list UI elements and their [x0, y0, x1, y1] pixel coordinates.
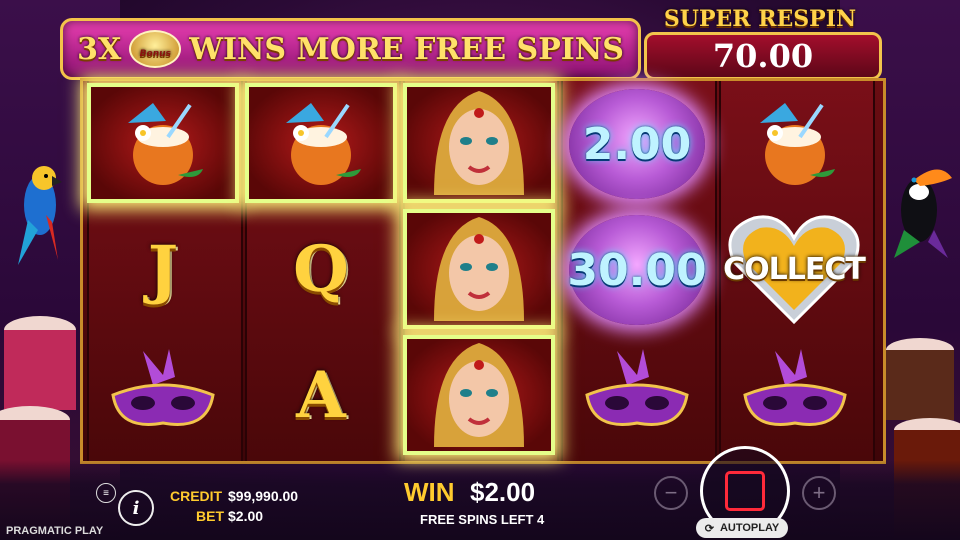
symbol-coconut-drink	[87, 83, 239, 203]
symbol-mask	[561, 335, 713, 455]
symbol-mask	[719, 335, 871, 455]
coconut-drink-icon	[760, 103, 835, 185]
win-value: $2.00	[470, 477, 536, 507]
symbol-carnival-queen	[403, 335, 555, 455]
super-respin-value: 70.00	[644, 32, 882, 80]
free-spins-left: FREE SPINS LEFT 4	[420, 512, 545, 527]
collect-heart-symbol: COLLECT	[719, 209, 869, 329]
letter-j: J	[147, 231, 179, 307]
bet-increase-button[interactable]: +	[802, 476, 836, 510]
credit-label: CREDIT	[170, 488, 223, 504]
bet-label: BET	[196, 508, 224, 524]
carnival-mask-icon	[111, 349, 215, 426]
super-respin-panel: SUPER RESPIN 70.00	[640, 4, 882, 80]
symbol-coconut-drink	[719, 83, 871, 203]
letter-a: A	[296, 357, 346, 433]
orb-value: 2.00	[582, 118, 692, 170]
orb-symbol: 30.00	[567, 215, 707, 325]
autoplay-label: AUTOPLAY	[719, 522, 780, 534]
stop-icon	[725, 471, 765, 511]
carnival-mask-icon	[585, 349, 689, 426]
coconut-drink-icon	[286, 103, 361, 185]
carnival-mask-icon	[743, 349, 847, 426]
collect-label: COLLECT	[723, 251, 866, 287]
letter-q: Q	[293, 231, 349, 307]
orb-symbol: 2.00	[569, 89, 705, 199]
reel-grid: 2.00 J Q 30.00 COLLECT A	[80, 78, 886, 464]
brand-logo: PRAGMATIC PLAY	[6, 525, 104, 537]
autoplay-button[interactable]: ⟳ AUTOPLAY	[696, 518, 788, 538]
carnival-queen-icon	[434, 217, 524, 321]
bet-decrease-button[interactable]: −	[654, 476, 688, 510]
bonus-badge-icon: Bonus	[129, 30, 182, 68]
symbol-mask	[87, 335, 239, 455]
symbol-coconut-drink	[245, 83, 397, 203]
symbol-letter-q: Q	[245, 209, 397, 329]
menu-icon[interactable]: ≡	[96, 483, 116, 503]
coconut-drink-icon	[128, 103, 203, 185]
win-label: WIN	[404, 477, 455, 507]
symbol-carnival-queen	[403, 209, 555, 329]
symbol-letter-a: A	[245, 335, 397, 455]
bet-value: $2.00	[228, 508, 264, 524]
super-respin-title: SUPER RESPIN	[663, 6, 857, 32]
carnival-queen-icon	[434, 91, 524, 195]
promo-banner: 3X Bonus WINS MORE FREE SPINS	[60, 18, 641, 80]
symbol-letter-j: J	[87, 209, 239, 329]
autoplay-icon: ⟳	[704, 522, 714, 535]
carnival-queen-icon	[434, 343, 524, 447]
banner-message: WINS MORE FREE SPINS	[189, 31, 624, 67]
credit-value: $99,990.00	[228, 488, 299, 504]
symbol-carnival-queen	[403, 83, 555, 203]
banner-prefix: 3X	[77, 31, 122, 67]
info-icon[interactable]: i	[118, 490, 154, 526]
banner-text: 3X Bonus WINS MORE FREE SPINS	[63, 21, 638, 77]
toucan-decoration	[894, 169, 952, 258]
parrot-decoration	[18, 166, 62, 265]
orb-value: 30.00	[567, 244, 707, 296]
